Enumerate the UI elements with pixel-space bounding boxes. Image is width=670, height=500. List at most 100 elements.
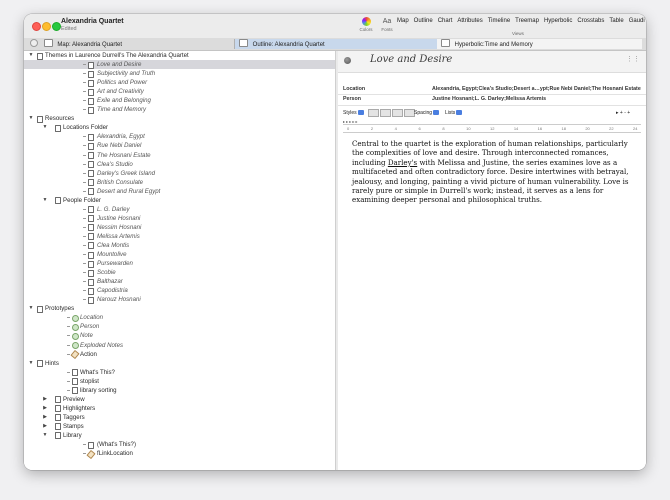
outline-row-label: Mountolive (97, 251, 127, 259)
note-icon (88, 287, 94, 295)
outline-row[interactable]: (What's This?) (24, 440, 335, 449)
outline-row[interactable]: stoplist (24, 377, 335, 386)
outline-row[interactable]: Time and Memory (24, 105, 335, 114)
outline-row[interactable]: Justine Hosnani (24, 214, 335, 223)
tree-line (83, 91, 86, 93)
styles-menu[interactable]: Styles (343, 109, 364, 118)
outline-row[interactable]: Subjectivity and Truth (24, 69, 335, 78)
colors-button[interactable]: Colors (355, 17, 377, 32)
disclosure-closed-icon[interactable]: ▶ (42, 404, 48, 413)
note-text[interactable]: Central to the quartet is the exploratio… (352, 139, 632, 205)
disclosure-open-icon[interactable]: ▼ (28, 114, 34, 123)
tab-hyperbolic[interactable]: Hyperbolic:Time and Memory (437, 39, 642, 49)
text-pane: Love and Desire ⋮⋮ Location Alexandria, … (338, 51, 646, 470)
outline-row[interactable]: Scobie (24, 268, 335, 277)
lists-menu[interactable]: Lists (445, 109, 463, 118)
outline-row[interactable]: Narouz Hosnani (24, 295, 335, 304)
outline-row[interactable]: ▶ Preview (24, 395, 335, 404)
attribute-value[interactable]: Justine Hosnani;L. G. Darley;Melissa Art… (432, 95, 546, 104)
disclosure-open-icon[interactable]: ▼ (42, 123, 48, 132)
outline-row[interactable]: Balthazar (24, 277, 335, 286)
note-text-link[interactable]: Darley's (388, 158, 417, 167)
view-table-button[interactable]: Table (609, 18, 623, 24)
outline-row[interactable]: British Consulate (24, 178, 335, 187)
minimize-button[interactable] (42, 22, 51, 31)
outline-row[interactable]: Capodistria (24, 286, 335, 295)
outline-row[interactable]: ▼ Hints (24, 359, 335, 368)
outline-row[interactable]: What's This? (24, 368, 335, 377)
outline-row[interactable]: Mountolive (24, 250, 335, 259)
outline-pane[interactable]: ▼ Themes in Laurence Durrell's The Alexan… (24, 51, 335, 470)
align-left-icon[interactable] (368, 109, 379, 117)
outline-row[interactable]: Politics and Power (24, 78, 335, 87)
outline-row[interactable]: ▼ Locations Folder (24, 123, 335, 132)
view-chart-button[interactable]: Chart (438, 18, 453, 24)
outline-row[interactable]: Person (24, 322, 335, 331)
disclosure-open-icon[interactable]: ▼ (42, 196, 48, 205)
outline-row[interactable]: Pursewarden (24, 259, 335, 268)
back-icon[interactable] (30, 39, 38, 47)
view-outline-button[interactable]: Outline (414, 18, 433, 24)
disclosure-open-icon[interactable]: ▼ (28, 304, 34, 313)
close-button[interactable] (32, 22, 41, 31)
outline-row[interactable]: Clea Montis (24, 241, 335, 250)
tab-map[interactable]: Map: Alexandria Quartet (28, 39, 234, 49)
note-badge-icon[interactable] (344, 57, 351, 64)
zoom-button[interactable] (52, 22, 61, 31)
outline-row[interactable]: ▼ Resources (24, 114, 335, 123)
outline-row[interactable]: ▼ People Folder (24, 196, 335, 205)
outline-row[interactable]: fLinkLocation (24, 449, 335, 459)
outline-row[interactable]: Action (24, 349, 335, 360)
text-ruler[interactable]: 0 2 4 6 8 10 12 14 16 18 20 22 24 (343, 124, 641, 133)
outline-row-label: Exile and Belonging (97, 97, 151, 105)
disclosure-open-icon[interactable]: ▼ (28, 359, 34, 368)
view-crosstabs-button[interactable]: Crosstabs (577, 18, 604, 24)
disclosure-closed-icon[interactable]: ▶ (42, 395, 48, 404)
outline-row[interactable]: Alexandria, Egypt (24, 132, 335, 141)
outline-row-label: Nessim Hosnani (97, 223, 142, 231)
outline-row[interactable]: ▼ Library (24, 431, 335, 440)
ruler-tick-label: 4 (394, 126, 397, 131)
note-title[interactable]: Love and Desire (370, 54, 452, 65)
outline-row[interactable]: Love and Desire (24, 60, 335, 70)
tree-line (83, 254, 86, 256)
spacing-menu[interactable]: Spacing (414, 109, 440, 118)
outline-row[interactable]: ▼ Themes in Laurence Durrell's The Alexan… (24, 51, 335, 60)
view-treemap-button[interactable]: Treemap (515, 18, 539, 24)
outline-row[interactable]: Exploded Notes (24, 341, 335, 350)
info-icon[interactable]: ⋮⋮ (626, 55, 640, 63)
view-map-button[interactable]: Map (397, 18, 409, 24)
outline-row[interactable]: ▶ Stamps (24, 422, 335, 431)
outline-row[interactable]: ▼ Prototypes (24, 304, 335, 313)
outline-row[interactable]: Rue Nebi Daniel (24, 141, 335, 150)
outline-row[interactable]: Exile and Belonging (24, 96, 335, 105)
outline-row-label: Clea Montis (97, 241, 130, 249)
outline-row[interactable]: Clea's Studio (24, 160, 335, 169)
outline-row[interactable]: ▶ Taggers (24, 413, 335, 422)
tab-stop-controls[interactable]: ▸ + - + (616, 109, 630, 118)
outline-row[interactable]: The Hosnani Estate (24, 151, 335, 160)
view-timeline-button[interactable]: Timeline (488, 18, 510, 24)
outline-row[interactable]: library sorting (24, 386, 335, 395)
align-center-icon[interactable] (380, 109, 391, 117)
disclosure-open-icon[interactable]: ▼ (42, 431, 48, 440)
outline-row[interactable]: Art and Creativity (24, 87, 335, 96)
fonts-button[interactable]: Aa Fonts (377, 17, 397, 32)
outline-row[interactable]: Note (24, 331, 335, 340)
tab-outline[interactable]: Outline: Alexandria Quartet (234, 39, 439, 49)
view-hyperbolic-button[interactable]: Hyperbolic (544, 18, 572, 24)
view-gaudi-button[interactable]: Gaudi (629, 18, 645, 24)
attribute-value[interactable]: Alexandria, Egypt;Clea's Studio;Desert a… (432, 85, 641, 94)
outline-row[interactable]: Melissa Artemis (24, 232, 335, 241)
disclosure-closed-icon[interactable]: ▶ (42, 413, 48, 422)
view-attributes-button[interactable]: Attributes (457, 18, 482, 24)
outline-row[interactable]: L. G. Darley (24, 205, 335, 214)
disclosure-closed-icon[interactable]: ▶ (42, 422, 48, 431)
outline-row[interactable]: Darley's Greek Island (24, 169, 335, 178)
outline-row[interactable]: Location (24, 313, 335, 322)
outline-row[interactable]: Nessim Hosnani (24, 223, 335, 232)
outline-row[interactable]: Desert and Rural Egypt (24, 187, 335, 196)
align-justify-icon[interactable] (392, 109, 403, 117)
disclosure-open-icon[interactable]: ▼ (28, 51, 34, 60)
outline-row[interactable]: ▶ Highlighters (24, 404, 335, 413)
